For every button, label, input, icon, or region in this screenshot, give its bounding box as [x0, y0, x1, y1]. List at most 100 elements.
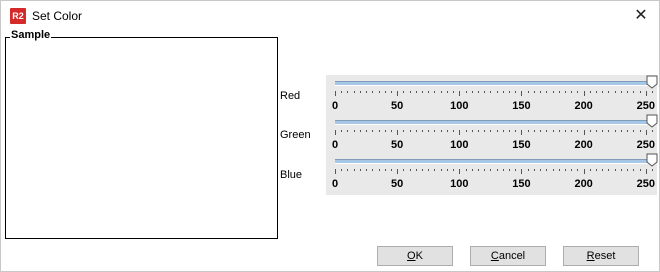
window-title: Set Color: [32, 9, 83, 23]
slider-tick: [533, 130, 535, 132]
slider-tick: [633, 91, 635, 93]
slider-tick: [639, 91, 641, 93]
slider-tick: [446, 130, 448, 132]
red-slider-track[interactable]: [335, 81, 652, 86]
slider-tick: [440, 169, 442, 171]
slider-tick: [390, 91, 392, 93]
ok-mnemonic: O: [407, 250, 416, 262]
green-label: Green: [280, 129, 311, 141]
green-slider-thumb[interactable]: [646, 114, 658, 128]
slider-tick: [602, 91, 604, 93]
slider-tick: [378, 91, 380, 93]
slider-tick: [415, 130, 417, 132]
slider-tick: [546, 130, 548, 132]
slider-tick: [372, 169, 374, 171]
slider-tick: [440, 130, 442, 132]
slider-tick: [596, 169, 598, 171]
slider-tick-label: 0: [331, 178, 339, 190]
slider-tick: [546, 169, 548, 171]
reset-mnemonic: R: [586, 250, 595, 262]
set-color-dialog: R2 Set Color ✕ Sample Red Green Blue 0 50…: [0, 0, 660, 272]
slider-tick-label: 150: [512, 178, 531, 190]
slider-tick: [583, 169, 585, 174]
slider-tick: [589, 91, 591, 93]
slider-tick: [540, 169, 542, 171]
slider-tick: [633, 169, 635, 171]
slider-tick: [384, 130, 386, 132]
slider-tick: [359, 169, 361, 171]
slider-tick: [490, 130, 492, 132]
sample-preview: Sample: [5, 29, 278, 239]
slider-tick: [465, 130, 467, 132]
app-icon: R2: [10, 8, 26, 24]
slider-tick: [335, 91, 336, 96]
red-slider-thumb[interactable]: [646, 75, 658, 89]
slider-tick: [540, 91, 542, 93]
slider-tick: [434, 169, 436, 171]
slider-tick: [502, 169, 504, 171]
slider-tick: [521, 169, 523, 174]
slider-tick: [353, 130, 355, 132]
slider-tick: [608, 91, 610, 93]
slider-tick: [465, 169, 467, 171]
slider-tick: [521, 91, 523, 96]
reset-label: eset: [594, 250, 616, 262]
blue-slider-track[interactable]: [335, 159, 652, 164]
slider-tick: [366, 130, 368, 132]
slider-tick: [471, 130, 473, 132]
slider-tick: [353, 169, 355, 171]
slider-tick: [608, 130, 610, 132]
slider-tick-label: 100: [450, 100, 469, 112]
slider-tick: [409, 130, 411, 132]
slider-tick: [589, 130, 591, 132]
blue-slider-thumb[interactable]: [646, 153, 658, 167]
slider-tick: [521, 130, 523, 135]
slider-tick: [577, 130, 579, 132]
slider-tick: [397, 91, 399, 96]
slider-tick: [496, 91, 498, 93]
slider-tick: [596, 130, 598, 132]
blue-slider-ticks: [335, 169, 653, 175]
green-slider-ticks: [335, 130, 653, 136]
slider-panel: 0 50 100 150 200 250 0 50 100 150 200 250 0 50 100 15…: [326, 75, 658, 195]
slider-tick: [602, 169, 604, 171]
slider-tick: [496, 130, 498, 132]
slider-tick: [434, 91, 436, 93]
reset-button[interactable]: Reset: [563, 246, 639, 266]
slider-tick: [558, 130, 560, 132]
slider-tick: [477, 91, 479, 93]
slider-tick: [645, 91, 647, 96]
slider-tick: [509, 169, 511, 171]
slider-tick: [359, 91, 361, 93]
slider-tick: [390, 169, 392, 171]
slider-tick: [384, 91, 386, 93]
slider-tick: [453, 130, 455, 132]
slider-tick-label: 200: [574, 100, 593, 112]
slider-tick: [347, 130, 349, 132]
slider-tick: [335, 130, 336, 135]
slider-tick: [341, 130, 343, 132]
slider-tick-label: 0: [331, 100, 339, 112]
slider-tick: [564, 91, 566, 93]
slider-tick: [484, 130, 486, 132]
slider-tick-label: 50: [391, 178, 404, 190]
close-button[interactable]: ✕: [629, 5, 653, 27]
slider-tick: [459, 169, 461, 174]
green-slider-track[interactable]: [335, 120, 652, 125]
slider-tick-label: 0: [331, 139, 339, 151]
sample-legend: Sample: [10, 29, 52, 41]
ok-label: K: [415, 250, 423, 262]
slider-tick: [378, 169, 380, 171]
slider-tick-label: 250: [636, 139, 655, 151]
slider-tick: [558, 169, 560, 171]
slider-tick: [633, 130, 635, 132]
slider-tick: [409, 91, 411, 93]
slider-tick-label: 50: [391, 100, 404, 112]
ok-button[interactable]: OK: [377, 246, 453, 266]
cancel-button[interactable]: Cancel: [470, 246, 546, 266]
slider-tick: [496, 169, 498, 171]
slider-tick: [366, 169, 368, 171]
slider-tick: [428, 169, 430, 171]
slider-tick: [509, 130, 511, 132]
slider-tick: [378, 130, 380, 132]
